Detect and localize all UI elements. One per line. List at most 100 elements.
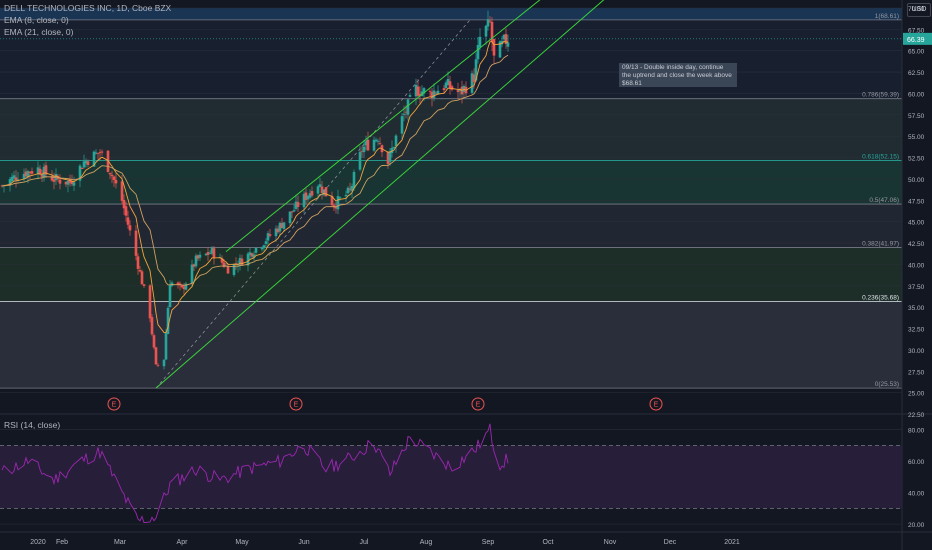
candle-body[interactable] (124, 206, 128, 216)
candle-body[interactable] (142, 284, 146, 286)
candle-body[interactable] (162, 359, 166, 367)
candle-body[interactable] (484, 25, 488, 37)
candle-body[interactable] (128, 225, 132, 231)
candle-body[interactable] (30, 171, 34, 174)
candle-body[interactable] (80, 167, 84, 169)
candle-body[interactable] (372, 139, 376, 151)
candle-body[interactable] (358, 151, 362, 170)
candle-body[interactable] (134, 230, 138, 256)
candle-body[interactable] (394, 135, 398, 147)
y-tick-label: 32.50 (908, 327, 925, 334)
candle-body[interactable] (376, 140, 380, 142)
candle-body[interactable] (232, 263, 236, 276)
candle-body[interactable] (164, 333, 168, 360)
candle-body[interactable] (478, 36, 482, 47)
candle-body[interactable] (268, 234, 272, 236)
x-tick-label: Sep (482, 539, 495, 546)
y-tick-label: 35.00 (908, 305, 925, 312)
y-tick-label: 55.00 (908, 134, 925, 141)
candle-body[interactable] (86, 161, 90, 165)
candle-body[interactable] (488, 20, 492, 22)
candle-body[interactable] (402, 113, 406, 115)
candle-body[interactable] (324, 187, 328, 197)
candle-body[interactable] (148, 285, 152, 319)
candle-body[interactable] (58, 179, 62, 184)
candle-body[interactable] (316, 186, 320, 194)
candle-body[interactable] (264, 241, 268, 244)
candle-body[interactable] (406, 99, 410, 115)
annotation-note[interactable]: 09/13 - Double inside day, continue the … (619, 63, 737, 87)
candle-body[interactable] (442, 88, 446, 91)
candle-body[interactable] (506, 42, 510, 47)
candle-body[interactable] (362, 146, 366, 153)
candle-body[interactable] (168, 285, 172, 308)
candle-body[interactable] (338, 197, 342, 199)
candle-body[interactable] (282, 222, 286, 229)
x-tick-label: 2021 (724, 539, 740, 546)
candle-body[interactable] (254, 247, 258, 253)
candle-body[interactable] (318, 184, 322, 187)
fib-level-label: 0.5(47.06) (869, 197, 899, 204)
candle-body[interactable] (154, 347, 158, 365)
x-tick-label: Oct (543, 539, 554, 546)
last-price-label: 66.39 (907, 37, 925, 44)
candle-body[interactable] (378, 142, 382, 144)
rsi-legend[interactable]: RSI (14, close) (4, 420, 60, 430)
candle-body[interactable] (120, 181, 124, 201)
currency-button[interactable]: USD (907, 3, 931, 17)
candle-body[interactable] (432, 90, 436, 98)
rsi-y-tick-label: 80.00 (908, 428, 925, 435)
candle-body[interactable] (400, 116, 404, 134)
candle-body[interactable] (374, 139, 378, 142)
candle-body[interactable] (366, 139, 370, 151)
earnings-marker-label: E (476, 402, 481, 409)
candle-body[interactable] (112, 176, 116, 181)
candle-body[interactable] (310, 191, 314, 196)
ema8-legend[interactable]: EMA (8, close, 0) (4, 15, 69, 25)
ema21-legend[interactable]: EMA (21, close, 0) (4, 27, 73, 37)
candle-body[interactable] (296, 202, 300, 207)
candle-body[interactable] (190, 264, 194, 284)
chart-canvas[interactable]: 1(68.61) 0.786(59.39) 0.618(52.15) 0.5(47.0… (0, 0, 932, 550)
candle-body[interactable] (114, 180, 118, 184)
candle-body[interactable] (108, 172, 112, 175)
candle-body[interactable] (344, 194, 348, 197)
candle-body[interactable] (392, 146, 396, 148)
candle-body[interactable] (212, 248, 216, 259)
candle-body[interactable] (428, 90, 432, 92)
candle-body[interactable] (408, 95, 412, 97)
candle-body[interactable] (110, 174, 114, 177)
candle-body[interactable] (198, 254, 202, 258)
candle-body[interactable] (126, 217, 130, 225)
candle-body[interactable] (100, 151, 104, 153)
candle-body[interactable] (152, 335, 156, 348)
candle-body[interactable] (72, 182, 76, 186)
x-tick-label: Feb (56, 539, 68, 546)
candle-body[interactable] (288, 211, 292, 224)
candle-body[interactable] (96, 152, 100, 154)
x-tick-label: Mar (114, 539, 127, 546)
y-tick-label: 50.00 (908, 177, 925, 184)
candle-body[interactable] (352, 171, 356, 189)
candle-body[interactable] (150, 317, 154, 335)
candle-body[interactable] (476, 45, 480, 60)
symbol-title: DELL TECHNOLOGIES INC, 1D, Cboe BZX (4, 3, 172, 13)
chart-root: 1(68.61) 0.786(59.39) 0.618(52.15) 0.5(47.0… (0, 0, 932, 550)
y-tick-label: 52.50 (908, 156, 925, 163)
candle-body[interactable] (486, 19, 490, 27)
candle-body[interactable] (292, 210, 296, 212)
candle-body[interactable] (136, 256, 140, 269)
candle-body[interactable] (492, 38, 496, 56)
y-tick-label: 45.00 (908, 220, 925, 227)
x-tick-label: Jun (298, 539, 309, 546)
fib-level-label: 0.382(41.97) (862, 241, 899, 248)
candle-body[interactable] (138, 270, 142, 272)
x-tick-label: Jul (360, 539, 369, 546)
candle-body[interactable] (346, 187, 350, 194)
y-tick-label: 37.50 (908, 284, 925, 291)
candle-body[interactable] (262, 245, 266, 249)
fib-zone (0, 160, 902, 205)
fib-level-label: 0.236(35.68) (862, 294, 899, 301)
candle-body[interactable] (140, 271, 144, 285)
candle-body[interactable] (156, 364, 160, 366)
